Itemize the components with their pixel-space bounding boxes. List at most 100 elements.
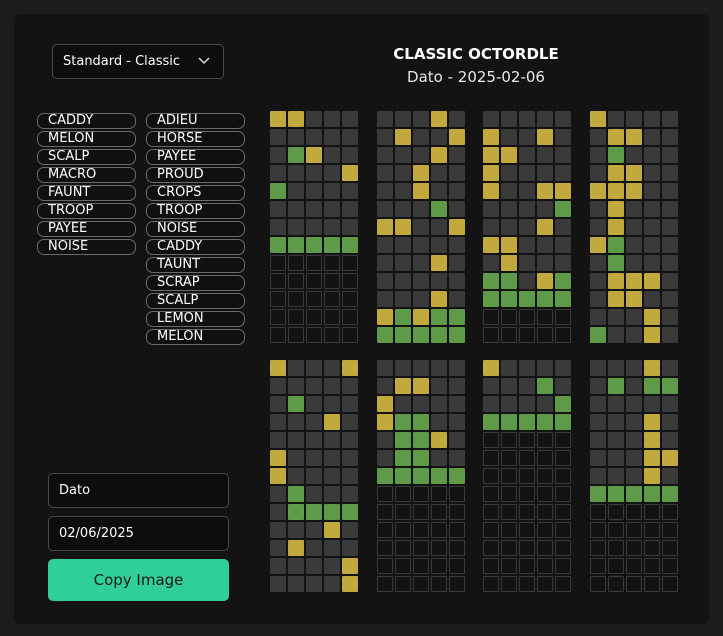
tile [626, 129, 642, 145]
tile [555, 129, 571, 145]
tile [413, 147, 429, 163]
tile [537, 201, 553, 217]
tile [626, 273, 642, 289]
tile [413, 468, 429, 484]
tile [519, 558, 535, 574]
tile [608, 255, 624, 271]
tile [644, 219, 660, 235]
tile [501, 360, 517, 376]
tile [662, 147, 678, 163]
tile [555, 273, 571, 289]
tile [395, 468, 411, 484]
tile [555, 237, 571, 253]
tile [555, 309, 571, 325]
tile [555, 147, 571, 163]
tile [377, 111, 393, 127]
tile [413, 183, 429, 199]
mode-select[interactable]: Standard - Classic [52, 44, 224, 79]
tile [431, 237, 447, 253]
tile [519, 396, 535, 412]
tile [537, 486, 553, 502]
guess-word: NOISE [146, 221, 245, 237]
tile [590, 165, 606, 181]
tile [431, 219, 447, 235]
tile [519, 432, 535, 448]
tile [306, 558, 322, 574]
tile [626, 378, 642, 394]
tile [590, 468, 606, 484]
guess-word: PROUD [146, 167, 245, 183]
tile [662, 237, 678, 253]
tile [324, 540, 340, 556]
copy-image-button[interactable]: Copy Image [48, 559, 229, 601]
tile [626, 558, 642, 574]
tile [644, 432, 660, 448]
tile [449, 255, 465, 271]
tile [413, 504, 429, 520]
tile [590, 201, 606, 217]
tile [270, 183, 286, 199]
tile [519, 111, 535, 127]
tile [608, 540, 624, 556]
tile [626, 414, 642, 430]
tile [519, 219, 535, 235]
tile [626, 522, 642, 538]
tile [501, 183, 517, 199]
tile [662, 255, 678, 271]
label-field[interactable]: Dato [48, 473, 229, 508]
tile [501, 522, 517, 538]
tile [644, 147, 660, 163]
tile [377, 414, 393, 430]
tile [431, 360, 447, 376]
tile [288, 360, 304, 376]
guess-word: PAYEE [146, 149, 245, 165]
tile [449, 414, 465, 430]
guess-word: TAUNT [146, 257, 245, 273]
tile [555, 327, 571, 343]
tile [413, 273, 429, 289]
tile [537, 255, 553, 271]
tile [324, 558, 340, 574]
tile [483, 273, 499, 289]
tile [288, 468, 304, 484]
tile [324, 165, 340, 181]
tile [413, 450, 429, 466]
tile [608, 432, 624, 448]
tile [537, 378, 553, 394]
tile [662, 522, 678, 538]
tile [608, 183, 624, 199]
tile [519, 291, 535, 307]
tile [449, 558, 465, 574]
tile [483, 432, 499, 448]
tile [395, 111, 411, 127]
tile [324, 327, 340, 343]
tile [377, 378, 393, 394]
tile [413, 432, 429, 448]
tile [377, 468, 393, 484]
tile [413, 327, 429, 343]
tile [306, 522, 322, 538]
tile [288, 378, 304, 394]
tile [288, 450, 304, 466]
tile [483, 129, 499, 145]
guess-word: TROOP [37, 203, 136, 219]
tile [449, 129, 465, 145]
tile [537, 237, 553, 253]
tile [342, 147, 358, 163]
tile [590, 327, 606, 343]
tile [519, 468, 535, 484]
date-field[interactable]: 02/06/2025 [48, 516, 229, 551]
tile [395, 237, 411, 253]
tile [413, 129, 429, 145]
tile [626, 450, 642, 466]
tile [306, 468, 322, 484]
tile [377, 255, 393, 271]
tile [501, 468, 517, 484]
tile [413, 486, 429, 502]
tile [288, 309, 304, 325]
tile [449, 522, 465, 538]
tile [626, 576, 642, 592]
tile [483, 201, 499, 217]
tile [555, 378, 571, 394]
tile [431, 273, 447, 289]
